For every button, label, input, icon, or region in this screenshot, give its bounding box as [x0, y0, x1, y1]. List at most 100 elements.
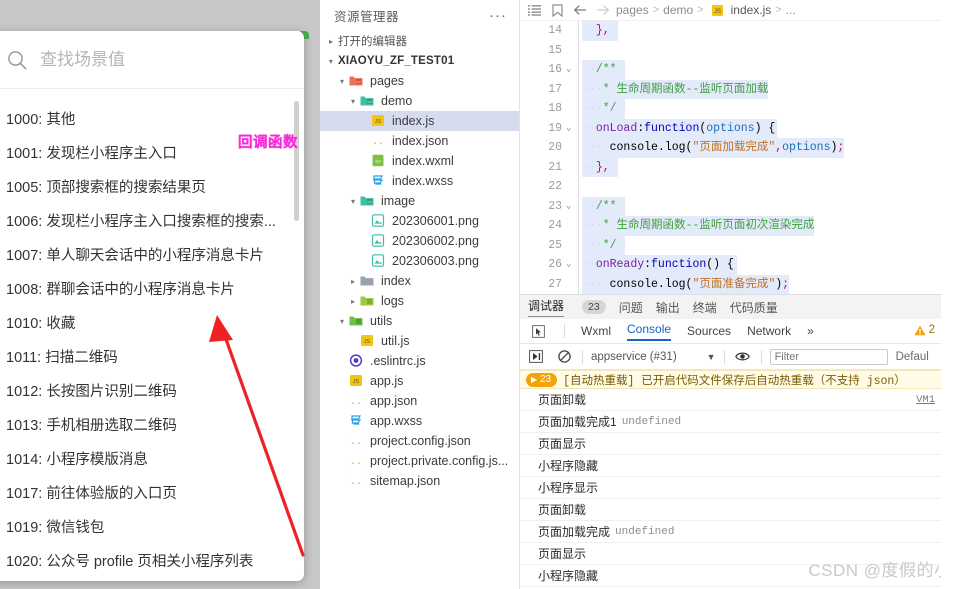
tree-item-label: sitemap.json — [370, 474, 441, 488]
scene-value-item[interactable]: 1008: 群聊会话中的小程序消息卡片 — [0, 273, 304, 307]
scene-value-item[interactable]: 1005: 顶部搜索框的搜索结果页 — [0, 171, 304, 205]
tree-item[interactable]: 202306001.png — [320, 211, 519, 231]
tree-item[interactable]: ▾ <> image — [320, 191, 519, 211]
scene-value-item[interactable]: 1007: 单人聊天会话中的小程序消息卡片 — [0, 239, 304, 273]
arrow-left-icon[interactable] — [570, 2, 590, 18]
toolbar-divider — [760, 349, 762, 364]
code-line: 20 ····console.log("页面加载完成",options); — [520, 138, 941, 158]
tree-item[interactable]: 202306003.png — [320, 251, 519, 271]
devtools-tab[interactable]: 调试器 — [528, 297, 565, 317]
code-line: 27 ····console.log("页面准备完成"); — [520, 274, 941, 294]
chevron-right-icon[interactable]: ▸ — [346, 277, 360, 286]
console-context-selector[interactable]: appservice (#31) ▼ — [591, 351, 716, 363]
devtools-subtab[interactable]: Network — [747, 324, 791, 338]
tree-item[interactable]: {..} sitemap.json — [320, 471, 519, 491]
breadcrumb-item-1[interactable]: demo — [663, 3, 693, 17]
devtools-subtab[interactable]: Sources — [687, 324, 731, 338]
tree-item-label: index — [381, 274, 411, 288]
svg-text:JS: JS — [714, 9, 721, 15]
tree-item[interactable]: .eslintrc.js — [320, 351, 519, 371]
explorer-more-icon[interactable]: ··· — [489, 8, 507, 23]
fold-chevron-icon[interactable]: ⌄ — [566, 119, 578, 139]
warning-count: 2 — [928, 324, 935, 336]
tree-item-label: demo — [381, 94, 413, 108]
console-message-text: 页面卸载 — [538, 503, 587, 517]
console-message-row: 页面加载完成 undefined — [520, 521, 941, 543]
tree-item[interactable]: ▾ <> pages — [320, 71, 519, 91]
chevron-down-icon[interactable]: ▾ — [346, 97, 360, 106]
tree-item[interactable]: 一 app.wxss — [320, 411, 519, 431]
devtools-subtab[interactable]: Console — [627, 322, 672, 341]
tree-item[interactable]: {..} project.config.json — [320, 431, 519, 451]
line-number: 20 — [548, 141, 562, 154]
list-icon[interactable] — [524, 2, 544, 18]
fold-chevron-icon[interactable]: ⌄ — [566, 197, 578, 217]
tree-item-label: pages — [370, 74, 405, 88]
tree-item[interactable]: ▾ utils — [320, 311, 519, 331]
breadcrumb-separator: > — [697, 4, 704, 16]
tree-item-label: .eslintrc.js — [370, 354, 426, 368]
scene-value-item[interactable]: 1006: 发现栏小程序主入口搜索框的搜索... — [0, 205, 304, 239]
tree-item-label: index.json — [392, 134, 449, 148]
breadcrumb-item-0[interactable]: pages — [616, 3, 649, 17]
code-content[interactable]: 14 ··}, 15 16 ⌄ ··/** 17 ···* 生命周期函数--监听页面加载 18 ·… — [520, 21, 941, 294]
tree-item[interactable]: JS index.js — [320, 111, 519, 131]
callback-annotation: 回调函数 — [238, 135, 298, 151]
tree-item[interactable]: <> index.wxml — [320, 151, 519, 171]
scene-list-scrollbar[interactable] — [294, 101, 299, 221]
red-arrow-annotation — [209, 315, 305, 557]
step-into-icon[interactable] — [526, 349, 546, 365]
clear-console-icon[interactable] — [554, 349, 574, 365]
breadcrumb-item-2[interactable]: index.js — [731, 3, 772, 17]
tree-item[interactable]: ▾ <> demo — [320, 91, 519, 111]
js-icon: JS — [360, 334, 376, 348]
eye-icon[interactable] — [733, 349, 753, 365]
tree-item[interactable]: {..} project.private.config.js... — [320, 451, 519, 471]
line-number: 18 — [548, 102, 562, 115]
bookmark-icon[interactable] — [547, 2, 567, 18]
fold-chevron-icon[interactable]: ⌄ — [566, 255, 578, 275]
devtools-tab[interactable]: 代码质量 — [730, 299, 778, 316]
console-level-selector[interactable]: Defaul — [896, 351, 929, 363]
tree-item[interactable]: JS app.js — [320, 371, 519, 391]
tree-item[interactable]: {..} index.json — [320, 131, 519, 151]
line-number: 14 — [548, 24, 562, 37]
chevron-right-icon[interactable]: ▸ — [346, 297, 360, 306]
cursor-select-icon[interactable] — [528, 323, 548, 339]
warning-indicator[interactable]: 2 — [914, 324, 935, 336]
chevron-down-icon[interactable]: ▾ — [335, 77, 349, 86]
console-message-row: 小程序隐藏 — [520, 565, 941, 587]
fold-chevron-icon[interactable]: ⌄ — [566, 60, 578, 80]
tree-item-label: index.wxss — [392, 174, 454, 188]
explorer-title: 资源管理器 — [334, 10, 400, 24]
chevron-down-icon[interactable]: ▾ — [335, 317, 349, 326]
console-message-text: 小程序显示 — [538, 481, 599, 495]
devtools-tab[interactable]: 问题 — [619, 299, 643, 316]
tree-item-label: 202306003.png — [392, 254, 479, 268]
line-number: 19 — [548, 121, 562, 135]
devtools-subtab[interactable]: Wxml — [581, 324, 611, 338]
scene-search-input[interactable] — [40, 49, 260, 70]
tree-item[interactable]: {..} app.json — [320, 391, 519, 411]
tree-item[interactable]: 202306002.png — [320, 231, 519, 251]
console-source-link[interactable]: VM1 — [916, 394, 935, 406]
tree-item[interactable]: JS util.js — [320, 331, 519, 351]
tree-item[interactable]: ▸ index — [320, 271, 519, 291]
devtools-tab[interactable]: 输出 — [656, 299, 680, 316]
breadcrumb-item-3[interactable]: ... — [786, 3, 796, 17]
svg-text:{..}: {..} — [349, 436, 363, 447]
scene-search-row[interactable] — [0, 31, 304, 89]
tree-item-label: image — [381, 194, 416, 208]
explorer-header: 资源管理器 ··· — [320, 0, 519, 31]
devtools-tab[interactable]: 终端 — [693, 299, 717, 316]
open-editors-row[interactable]: ▸ 打开的编辑器 — [320, 31, 519, 51]
devtools-subtab[interactable]: » — [807, 324, 814, 338]
console-filter-input[interactable] — [769, 348, 888, 365]
chevron-down-icon[interactable]: ▾ — [346, 197, 360, 206]
tree-item[interactable]: 一 index.wxss — [320, 171, 519, 191]
arrow-right-icon — [593, 2, 613, 18]
eslint-icon — [349, 354, 365, 368]
project-root-row[interactable]: ▾ XIAOYU_ZF_TEST01 — [320, 51, 519, 71]
tree-item[interactable]: ▸ logs — [320, 291, 519, 311]
scene-value-item[interactable]: 1022: 聊天顶部置顶小程序入口 — [0, 579, 304, 581]
